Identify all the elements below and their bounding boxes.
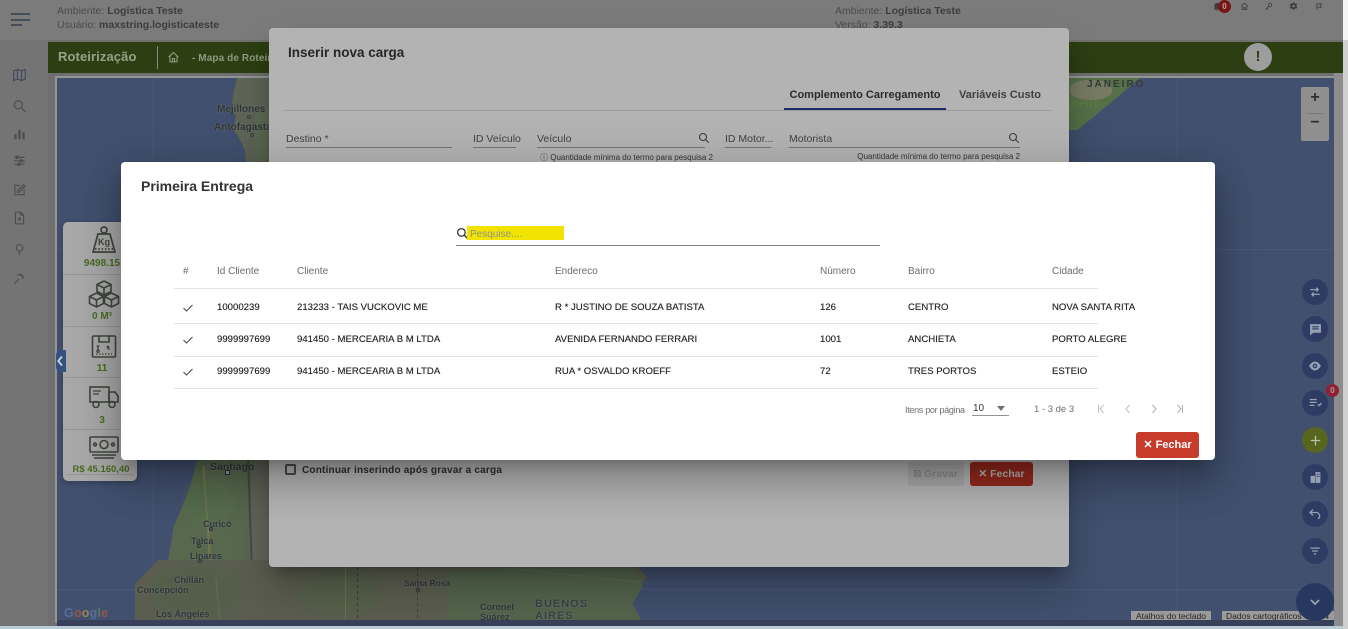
svg-text:Kg: Kg	[98, 237, 110, 247]
